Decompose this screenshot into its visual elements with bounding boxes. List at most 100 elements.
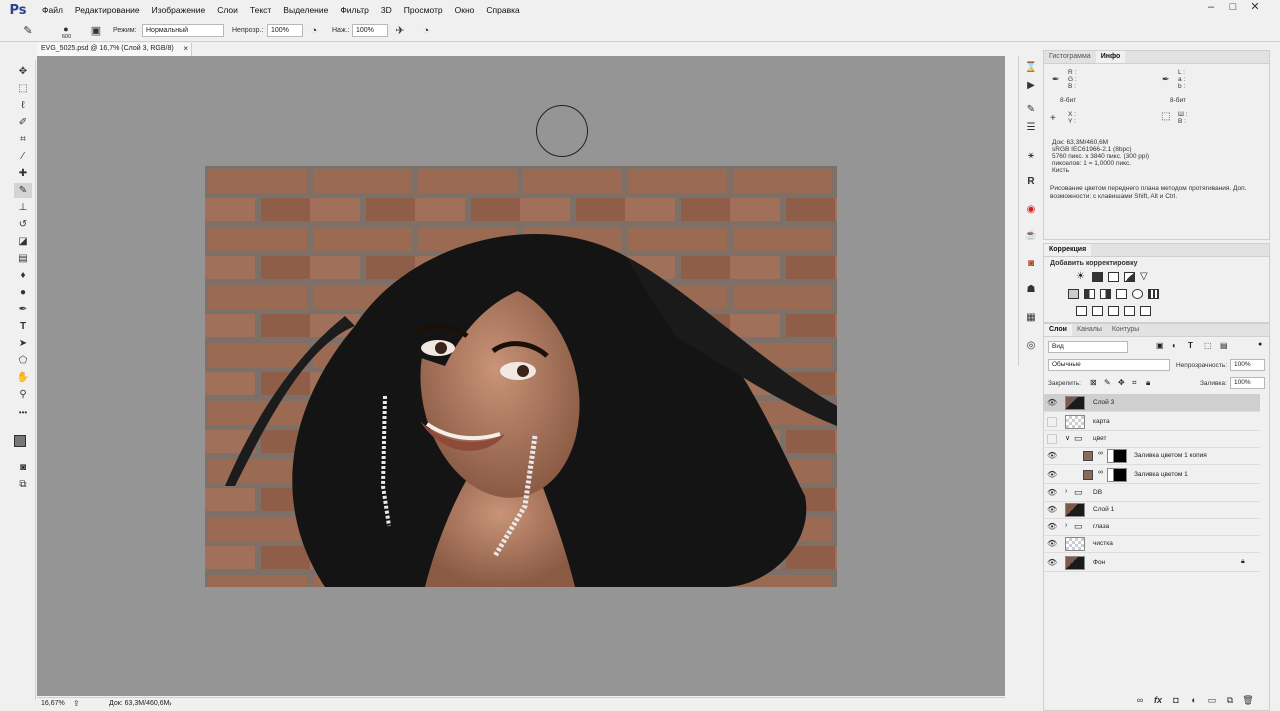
close-tab-icon[interactable]: × (183, 44, 188, 53)
filter-type-icon[interactable]: T (1188, 341, 1193, 350)
layer-row[interactable]: 👁︎ › ▭ глаза (1043, 518, 1260, 536)
plugin-cup-icon[interactable]: ☕ (1022, 228, 1040, 244)
channel-mixer-icon[interactable] (1132, 289, 1143, 299)
dodge-tool-icon[interactable]: ● (14, 285, 32, 300)
blur-tool-icon[interactable]: ♦ (14, 268, 32, 283)
plugin-red-icon[interactable]: ◉ (1022, 202, 1040, 218)
adjust-sliders-icon[interactable]: ☰ (1022, 120, 1040, 136)
foreground-color-swatch[interactable] (14, 435, 26, 447)
menu-image[interactable]: Изображение (146, 0, 212, 20)
new-group-icon[interactable]: ▭ (1206, 694, 1218, 706)
status-arrow-icon[interactable]: › (169, 699, 172, 708)
tab-layers[interactable]: Слои (1044, 324, 1072, 336)
delete-layer-icon[interactable]: 🗑︎ (1242, 694, 1254, 706)
visibility-eye-icon[interactable]: 👁︎ (1047, 451, 1057, 461)
visibility-eye-icon[interactable]: 👁︎ (1047, 470, 1057, 480)
visibility-eye-icon[interactable]: 👁︎ (1047, 522, 1057, 532)
actions-play-icon[interactable]: ▶ (1022, 78, 1040, 94)
move-tool-icon[interactable]: ✥ (14, 64, 32, 79)
selective-color-icon[interactable] (1140, 306, 1151, 316)
visibility-eye-icon[interactable]: 👁︎ (1047, 398, 1057, 408)
shape-tool-icon[interactable]: ⬠ (14, 353, 32, 368)
fx-icon[interactable]: fx (1152, 694, 1164, 706)
brush-tool-icon[interactable]: ✎ (20, 23, 36, 39)
menu-select[interactable]: Выделение (277, 0, 334, 20)
screen-mode-icon[interactable]: ⧉ (14, 477, 32, 492)
clone-source-icon[interactable]: ⚹ (1022, 148, 1040, 164)
menu-help[interactable]: Справка (480, 0, 525, 20)
marquee-tool-icon[interactable]: ⬚ (14, 81, 32, 96)
more-tools-icon[interactable]: ••• (14, 405, 32, 420)
menu-window[interactable]: Окно (449, 0, 481, 20)
type-tool-icon[interactable]: T (14, 319, 32, 334)
lock-transparency-icon[interactable]: ⊠ (1090, 378, 1097, 387)
gradient-map-icon[interactable] (1124, 306, 1135, 316)
menu-edit[interactable]: Редактирование (69, 0, 146, 20)
pressure-opacity-icon[interactable]: ◔ (306, 23, 322, 39)
photo-filter-icon[interactable] (1116, 289, 1127, 299)
black-white-icon[interactable] (1100, 289, 1111, 299)
healing-brush-tool-icon[interactable]: ✚ (14, 166, 32, 181)
layer-row[interactable]: ∨ ▭ цвет (1043, 430, 1260, 448)
layer-filter-select[interactable]: Вид (1048, 341, 1128, 353)
menu-filter[interactable]: Фильтр (334, 0, 375, 20)
lasso-tool-icon[interactable]: ℓ (14, 98, 32, 113)
visibility-eye-icon[interactable]: 👁︎ (1047, 505, 1057, 515)
visibility-eye-icon[interactable]: 👁︎ (1047, 488, 1057, 498)
posterize-icon[interactable] (1092, 306, 1103, 316)
pen-tool-icon[interactable]: ✒ (14, 302, 32, 317)
add-mask-icon[interactable]: ◘ (1170, 694, 1182, 706)
layer-mask-thumbnail[interactable] (1107, 449, 1127, 463)
menu-layer[interactable]: Слои (211, 0, 244, 20)
opacity-field[interactable]: 100% (267, 24, 303, 37)
airbrush-icon[interactable]: ✈ (392, 23, 408, 39)
maximize-button[interactable]: □ (1222, 0, 1244, 16)
layer-row[interactable]: 👁︎ Слой 3 (1043, 394, 1260, 412)
menu-type[interactable]: Текст (244, 0, 277, 20)
mode-select[interactable]: Нормальный (142, 24, 224, 37)
mask-link-icon[interactable]: ∞ (1098, 450, 1103, 457)
history-brush-tool-icon[interactable]: ↺ (14, 217, 32, 232)
fill-color-swatch[interactable] (1083, 470, 1093, 480)
clone-stamp-tool-icon[interactable]: ⊥ (14, 200, 32, 215)
brush-panel-icon[interactable]: ▣ (88, 23, 104, 39)
zoom-tool-icon[interactable]: ⚲ (14, 387, 32, 402)
menu-file[interactable]: Файл (36, 0, 69, 20)
group-collapse-icon[interactable]: › (1065, 522, 1067, 529)
curves-icon[interactable] (1108, 272, 1119, 282)
gradient-tool-icon[interactable]: ▤ (14, 251, 32, 266)
layer-row[interactable]: карта (1043, 413, 1260, 431)
plugin-film-icon[interactable]: ▦ (1022, 310, 1040, 326)
layer-row[interactable]: 👁︎ › ▭ DB (1043, 484, 1260, 502)
fill-color-swatch[interactable] (1083, 451, 1093, 461)
group-expand-icon[interactable]: ∨ (1065, 434, 1070, 442)
menu-3d[interactable]: 3D (375, 0, 398, 20)
close-button[interactable]: ✕ (1244, 0, 1266, 16)
quick-mask-icon[interactable]: ◙ (14, 460, 32, 475)
layer-mask-thumbnail[interactable] (1107, 468, 1127, 482)
tab-info[interactable]: Инфо (1095, 51, 1126, 63)
share-icon[interactable]: ⇪ (73, 699, 80, 708)
brightness-icon[interactable]: ☀ (1076, 272, 1087, 282)
lock-pixels-icon[interactable]: ✎ (1104, 378, 1111, 387)
levels-icon[interactable] (1092, 272, 1103, 282)
group-collapse-icon[interactable]: › (1065, 488, 1067, 495)
canvas-area[interactable] (37, 56, 1005, 696)
eraser-tool-icon[interactable]: ◪ (14, 234, 32, 249)
path-select-tool-icon[interactable]: ➤ (14, 336, 32, 351)
zoom-level[interactable]: 16,67% (41, 700, 65, 707)
menu-view[interactable]: Просмотр (398, 0, 449, 20)
visibility-eye-icon[interactable]: 👁︎ (1047, 539, 1057, 549)
flow-field[interactable]: 100% (352, 24, 388, 37)
layer-row[interactable]: 👁︎ ∞ Заливка цветом 1 копия (1043, 447, 1260, 465)
filter-adjust-icon[interactable]: ◐ (1172, 341, 1177, 350)
visibility-eye-icon[interactable]: 👁︎ (1047, 558, 1057, 568)
quick-select-tool-icon[interactable]: ✐ (14, 115, 32, 130)
exposure-icon[interactable] (1124, 272, 1135, 282)
eyedropper-tool-icon[interactable]: ⁄ (14, 149, 32, 164)
plugin-camera-icon[interactable]: ◙ (1022, 256, 1040, 272)
brush-settings-icon[interactable]: ✎ (1022, 102, 1040, 118)
filter-smart-icon[interactable]: ▤ (1220, 341, 1228, 350)
lock-position-icon[interactable]: ✥ (1118, 378, 1125, 387)
color-lookup-icon[interactable] (1148, 289, 1159, 299)
